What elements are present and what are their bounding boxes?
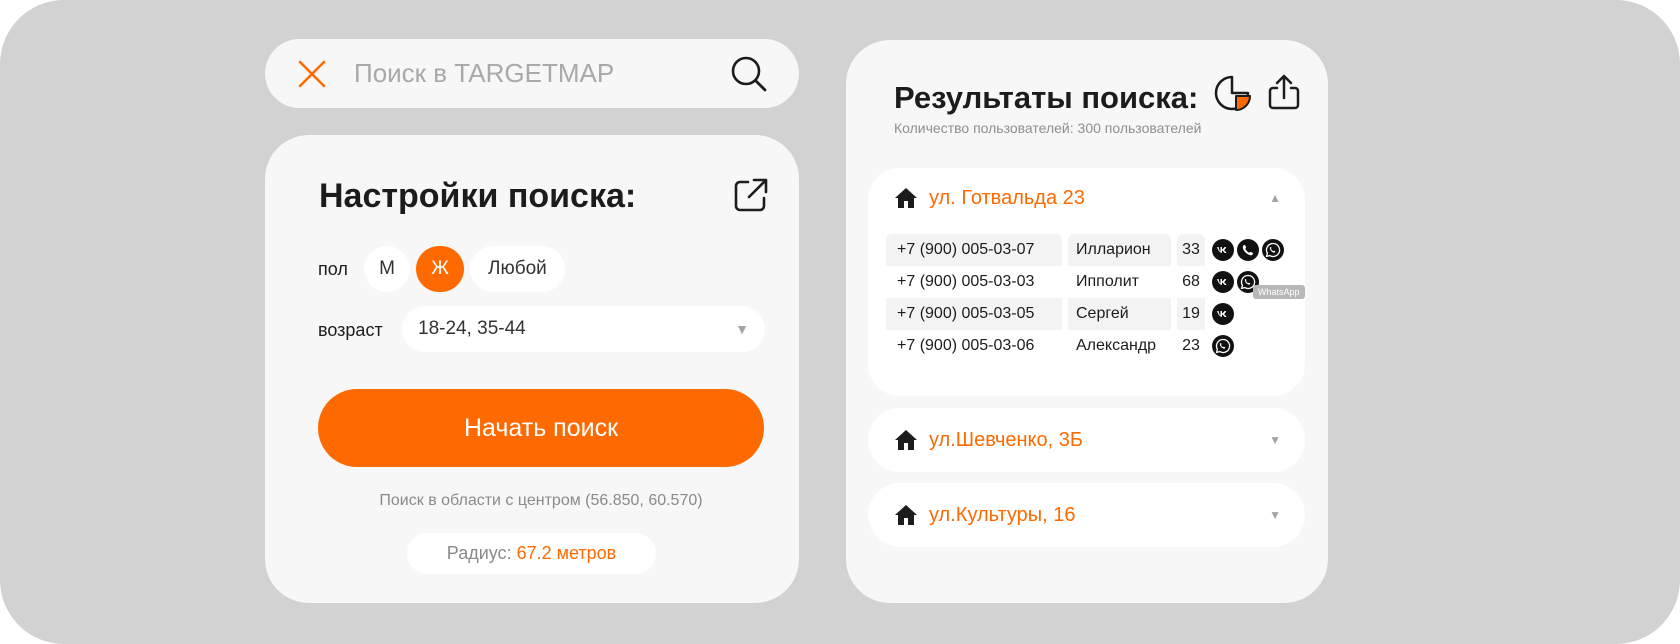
search-results-panel: Результаты поиска: Количество пользовате… xyxy=(846,40,1328,603)
address-header[interactable]: ул.Культуры, 16 ▼ xyxy=(894,499,1281,531)
results-title: Результаты поиска: xyxy=(894,80,1199,115)
chevron-up-icon[interactable]: ▲ xyxy=(1269,191,1281,205)
chevron-down-icon: ▼ xyxy=(735,321,749,337)
age-column: 33 68 19 23 xyxy=(1177,234,1205,362)
home-icon xyxy=(895,430,917,450)
phone-cell[interactable]: +7 (900) 005-03-06 xyxy=(886,330,1062,362)
address-label: ул.Культуры, 16 xyxy=(929,503,1076,526)
search-area-note: Поиск в области с центром (56.850, 60.57… xyxy=(379,492,703,509)
search-icon[interactable] xyxy=(729,54,769,94)
name-cell: Александр xyxy=(1068,330,1171,362)
radius-badge: Радиус: 67.2 метров xyxy=(407,533,656,574)
phone-cell[interactable]: +7 (900) 005-03-03 xyxy=(886,266,1062,298)
phone-cell[interactable]: +7 (900) 005-03-05 xyxy=(886,298,1062,330)
address-label: ул. Готвальда 23 xyxy=(929,186,1085,209)
age-select-value: 18-24, 35-44 xyxy=(418,318,526,339)
age-cell: 23 xyxy=(1177,330,1205,362)
radius-value: 67.2 метров xyxy=(516,543,617,563)
address-group-expanded: ул. Готвальда 23 ▲ +7 (900) 005-03-07 +7… xyxy=(868,168,1305,396)
address-label: ул.Шевченко, 3Б xyxy=(929,428,1084,451)
whatsapp-tooltip: WhatsApp xyxy=(1253,285,1305,299)
vk-icon[interactable] xyxy=(1212,239,1234,261)
phone-column: +7 (900) 005-03-07 +7 (900) 005-03-03 +7… xyxy=(886,234,1062,362)
age-cell: 19 xyxy=(1177,298,1205,330)
app-background: Настройки поиска: пол М Ж Любой возраст … xyxy=(0,0,1680,644)
whatsapp-icon[interactable] xyxy=(1262,239,1284,261)
whatsapp-icon[interactable] xyxy=(1212,335,1234,357)
name-cell: Илларион xyxy=(1068,234,1171,266)
age-select[interactable]: 18-24, 35-44 ▼ xyxy=(402,306,765,352)
age-cell: 33 xyxy=(1177,234,1205,266)
age-cell: 68 xyxy=(1177,266,1205,298)
vk-icon[interactable] xyxy=(1212,271,1234,293)
phone-cell[interactable]: +7 (900) 005-03-07 xyxy=(886,234,1062,266)
name-column: Илларион Ипполит Сергей Александр xyxy=(1068,234,1171,362)
open-external-icon[interactable] xyxy=(733,177,769,213)
address-group-collapsed: ул.Культуры, 16 ▼ xyxy=(868,483,1305,547)
close-icon[interactable] xyxy=(296,58,328,90)
search-settings-panel: Настройки поиска: пол М Ж Любой возраст … xyxy=(265,135,799,603)
chevron-down-icon[interactable]: ▼ xyxy=(1269,433,1281,447)
viber-icon[interactable] xyxy=(1237,239,1259,261)
radius-prefix: Радиус: xyxy=(446,543,512,563)
search-input[interactable] xyxy=(354,58,729,89)
search-bar xyxy=(265,39,799,108)
social-row xyxy=(1212,234,1292,266)
home-icon xyxy=(895,188,917,208)
settings-title: Настройки поиска: xyxy=(319,177,637,215)
home-icon xyxy=(895,505,917,525)
address-group-collapsed: ул.Шевченко, 3Б ▼ xyxy=(868,408,1305,472)
vk-icon[interactable] xyxy=(1212,303,1234,325)
name-cell: Ипполит xyxy=(1068,266,1171,298)
address-header[interactable]: ул.Шевченко, 3Б ▼ xyxy=(894,424,1281,456)
gender-option-f[interactable]: Ж xyxy=(416,246,464,292)
name-cell: Сергей xyxy=(1068,298,1171,330)
chevron-down-icon[interactable]: ▼ xyxy=(1269,508,1281,522)
gender-option-any[interactable]: Любой xyxy=(470,246,565,292)
social-row xyxy=(1212,330,1292,362)
pie-chart-icon[interactable] xyxy=(1213,73,1253,113)
gender-toggle-group: М Ж Любой xyxy=(364,246,565,292)
address-header[interactable]: ул. Готвальда 23 ▲ xyxy=(894,182,1281,214)
social-row xyxy=(1212,298,1292,330)
gender-label: пол xyxy=(318,259,348,279)
results-count: Количество пользователей: 300 пользовате… xyxy=(894,120,1202,136)
age-label: возраст xyxy=(318,320,383,340)
start-search-button[interactable]: Начать поиск xyxy=(318,389,764,467)
share-icon[interactable] xyxy=(1264,72,1304,112)
gender-option-m[interactable]: М xyxy=(364,246,410,292)
